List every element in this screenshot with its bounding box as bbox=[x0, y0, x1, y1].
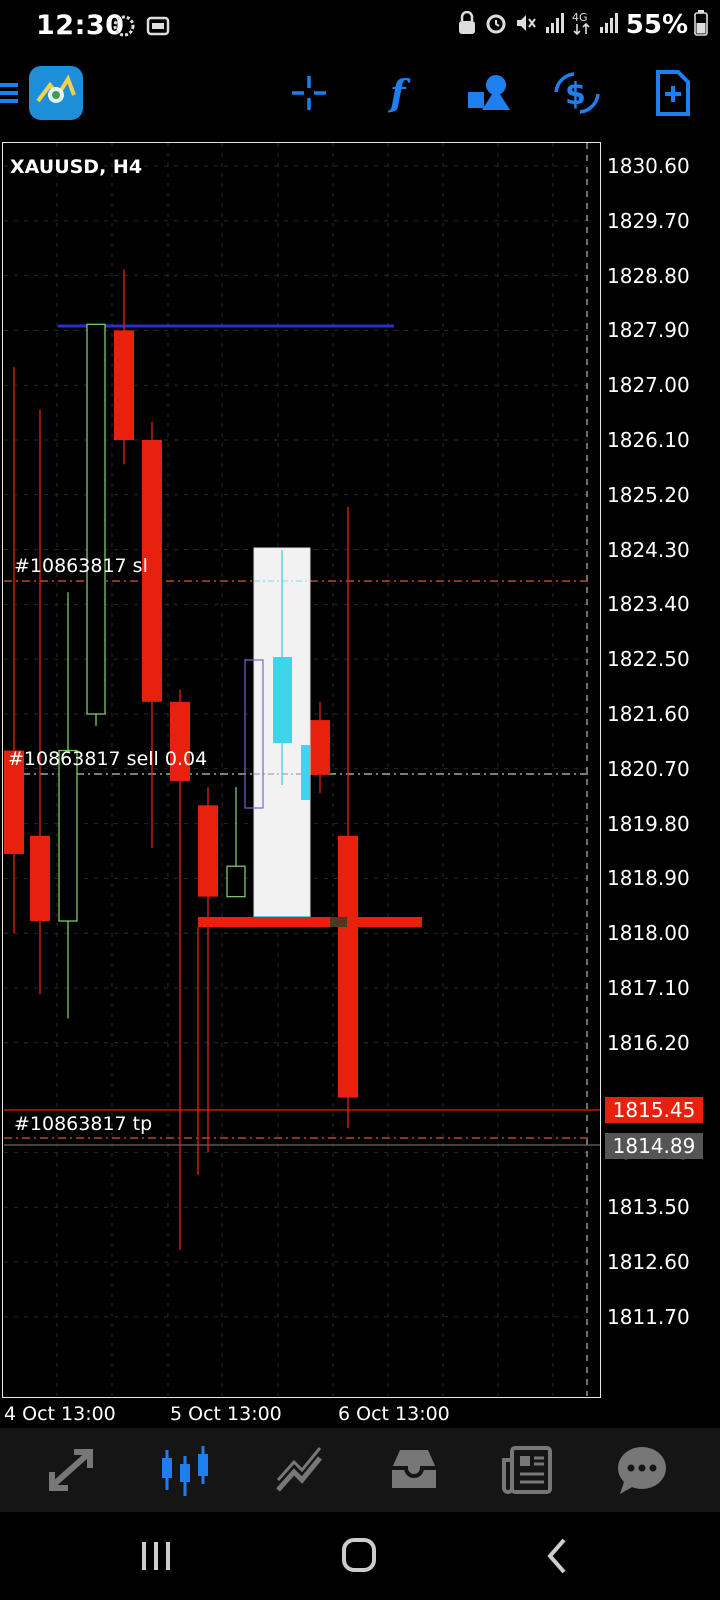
back-button[interactable] bbox=[530, 1534, 590, 1578]
chart-icon[interactable] bbox=[158, 1442, 214, 1498]
ask-price-tag: 1814.89 bbox=[605, 1133, 703, 1159]
trade-icon[interactable] bbox=[272, 1442, 328, 1498]
price-tick-label: 1820.70 bbox=[607, 756, 690, 781]
news-icon[interactable] bbox=[500, 1442, 556, 1498]
price-tick-label: 1827.90 bbox=[607, 318, 690, 343]
time-tick-label: 6 Oct 13:00 bbox=[338, 1403, 450, 1425]
price-tick-label: 1816.20 bbox=[607, 1030, 690, 1055]
price-axis: 1830.60 1829.70 1828.80 1827.90 1827.00 1826.… bbox=[601, 142, 720, 1398]
symbol-timeframe-label: XAUUSD, H4 bbox=[10, 156, 143, 178]
price-tick-label: 1818.90 bbox=[607, 866, 690, 891]
price-tick-label: 1829.70 bbox=[607, 208, 690, 233]
time-tick-label: 5 Oct 13:00 bbox=[170, 1403, 282, 1425]
price-tick-label: 1828.80 bbox=[607, 263, 690, 288]
price-tick-label: 1826.10 bbox=[607, 428, 690, 452]
order-tp-label: #10863817 tp bbox=[14, 1113, 153, 1135]
price-tick-label: 1825.20 bbox=[607, 482, 690, 507]
price-tick-label: 1827.00 bbox=[607, 373, 690, 398]
price-tick-label: 1821.60 bbox=[607, 702, 690, 726]
price-tick-label: 1823.40 bbox=[607, 592, 690, 617]
time-tick-label: 4 Oct 13:00 bbox=[4, 1403, 116, 1425]
system-navigation-bar bbox=[0, 1512, 720, 1600]
quotes-icon[interactable] bbox=[44, 1442, 100, 1498]
chat-icon[interactable] bbox=[614, 1442, 670, 1498]
price-tick-label: 1817.10 bbox=[607, 976, 690, 1000]
price-tick-label: 1813.50 bbox=[607, 1195, 690, 1220]
recents-button[interactable] bbox=[126, 1534, 186, 1578]
history-icon[interactable] bbox=[386, 1442, 442, 1498]
price-tick-label: 1818.00 bbox=[607, 921, 690, 946]
order-entry-label: #10863817 sell 0.04 bbox=[8, 748, 208, 770]
home-button[interactable] bbox=[330, 1534, 390, 1578]
order-sl-label: #10863817 sl bbox=[14, 555, 148, 577]
chart-frame bbox=[2, 142, 601, 1398]
price-tick-label: 1830.60 bbox=[607, 154, 690, 178]
price-tick-label: 1819.80 bbox=[607, 811, 690, 836]
price-tick-label: 1824.30 bbox=[607, 537, 690, 562]
price-tick-label: 1812.60 bbox=[607, 1250, 690, 1274]
bid-price-tag: 1815.45 bbox=[605, 1097, 703, 1123]
price-tick-label: 1822.50 bbox=[607, 647, 690, 672]
bottom-navigation bbox=[0, 1428, 720, 1512]
price-tick-label: 1811.70 bbox=[607, 1304, 690, 1329]
